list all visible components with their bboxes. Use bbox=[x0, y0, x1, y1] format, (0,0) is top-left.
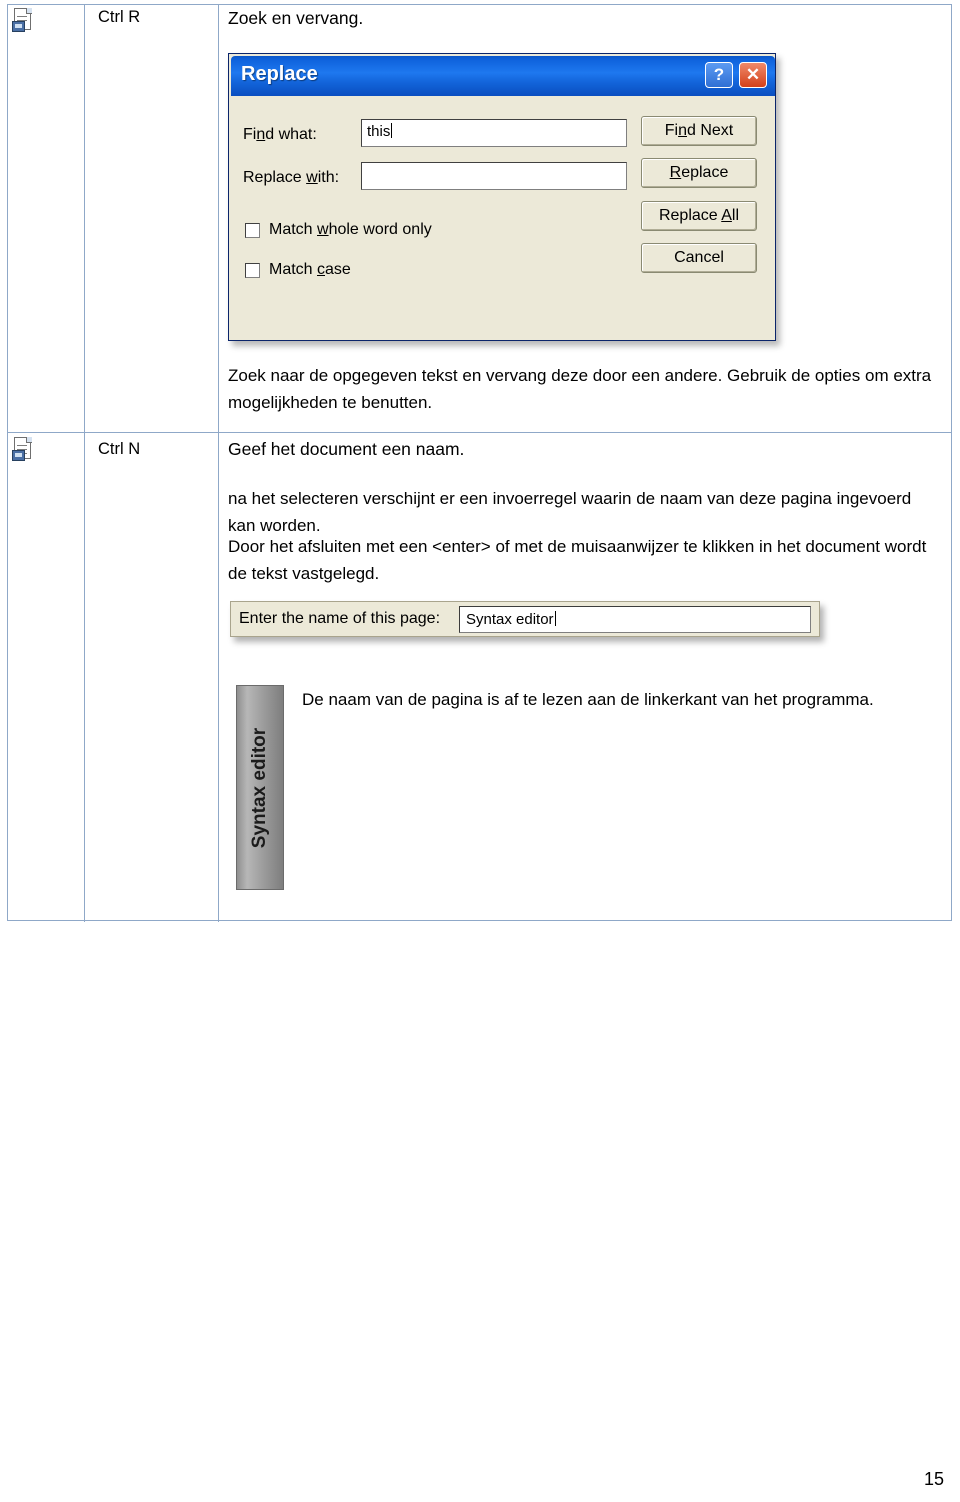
table-column-divider-icon bbox=[84, 4, 85, 922]
find-what-input[interactable]: this bbox=[361, 119, 627, 147]
document-save-icon bbox=[12, 8, 34, 32]
paragraph-afsluiten-enter: Door het afsluiten met een <enter> of me… bbox=[228, 537, 927, 583]
replace-with-input[interactable] bbox=[361, 162, 627, 190]
find-what-label: Find what: bbox=[243, 126, 317, 143]
help-icon[interactable]: ? bbox=[705, 62, 733, 88]
paragraph-naam-linkerkant: De naam van de pagina is af te lezen aan… bbox=[302, 690, 874, 709]
replace-button[interactable]: Replace bbox=[641, 158, 757, 188]
close-icon[interactable]: ✕ bbox=[739, 62, 767, 88]
document-page: Ctrl R Zoek en vervang. Replace ? ✕ Find… bbox=[0, 0, 960, 1502]
vertical-page-tab: Syntax editor bbox=[236, 685, 284, 890]
page-name-label: Enter the name of this page: bbox=[239, 610, 441, 627]
page-name-widget[interactable]: Enter the name of this page: Syntax edit… bbox=[230, 601, 820, 637]
page-number: 15 bbox=[923, 1469, 944, 1489]
shortcut-ctrl-n: Ctrl N bbox=[98, 440, 141, 458]
paragraph-invoerregel: na het selecteren verschijnt er een invo… bbox=[228, 489, 912, 535]
replace-dialog-body: Find what: this Replace with: Match whol… bbox=[231, 96, 775, 338]
match-whole-word-label: Match whole word only bbox=[269, 221, 432, 238]
replace-dialog[interactable]: Replace ? ✕ Find what: this Replace with… bbox=[228, 53, 776, 341]
find-next-button[interactable]: Find Next bbox=[641, 116, 757, 146]
replace-dialog-title: Replace bbox=[241, 63, 318, 85]
heading-geef-document-naam: Geef het document een naam. bbox=[228, 439, 465, 459]
shortcut-ctrl-r: Ctrl R bbox=[98, 8, 141, 26]
page-name-input[interactable]: Syntax editor bbox=[459, 606, 811, 633]
heading-zoek-en-vervang: Zoek en vervang. bbox=[228, 8, 364, 28]
document-new-icon bbox=[12, 437, 34, 461]
caption-zoek-en-vervang: Zoek naar de opgegeven tekst en vervang … bbox=[228, 366, 932, 412]
replace-all-button[interactable]: Replace All bbox=[641, 201, 757, 231]
match-whole-word-checkbox[interactable] bbox=[245, 223, 260, 238]
replace-dialog-titlebar[interactable]: Replace ? ✕ bbox=[231, 56, 775, 96]
replace-with-label: Replace with: bbox=[243, 169, 340, 186]
match-case-label: Match case bbox=[269, 261, 351, 278]
table-row-divider bbox=[7, 432, 952, 433]
cancel-button[interactable]: Cancel bbox=[641, 243, 757, 273]
row-icon-ctrl-r bbox=[12, 8, 40, 36]
row-icon-ctrl-n bbox=[12, 437, 40, 465]
vertical-page-tab-label: Syntax editor bbox=[249, 727, 270, 848]
match-case-checkbox[interactable] bbox=[245, 263, 260, 278]
table-column-divider-shortcut bbox=[218, 4, 219, 922]
